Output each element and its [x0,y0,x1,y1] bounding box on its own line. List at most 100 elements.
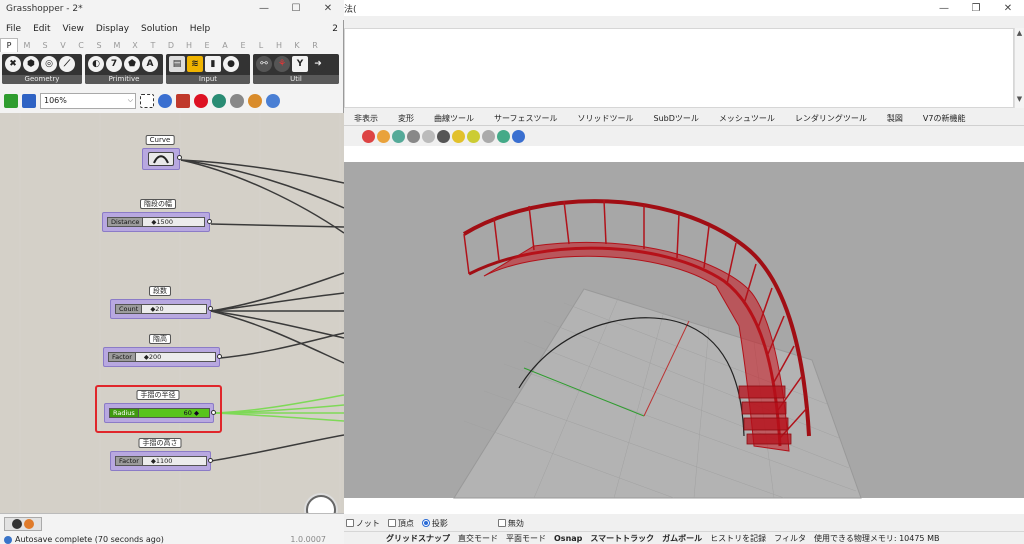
panel-geometry-label[interactable]: Geometry [2,75,82,84]
save-file-icon[interactable] [22,94,36,108]
command-history[interactable] [344,28,1014,108]
tab-v7-new[interactable]: V7の新機能 [913,113,976,124]
slider-body[interactable]: Count ◆20 [110,299,213,319]
tab-e[interactable]: E [198,41,216,50]
preview-eye-icon[interactable] [158,94,172,108]
integer-icon[interactable]: 7 [106,56,122,72]
tab-curve-tools[interactable]: 曲線ツール [424,113,484,124]
panel-icon[interactable]: ▤ [169,56,185,72]
snap-vertex[interactable]: 頂点 [387,518,414,529]
status-record-history[interactable]: ヒストリを記録 [706,533,770,544]
snap-project[interactable]: 投影 [421,518,448,529]
tab-maths[interactable]: M [18,41,36,50]
output-port[interactable] [177,155,182,160]
arrow-right-icon[interactable]: ➜ [310,56,326,72]
primitive-icon[interactable]: ◐ [88,56,104,72]
tab-drafting[interactable]: 製図 [877,113,913,124]
tab-intersect[interactable]: X [126,41,144,50]
help-icon[interactable] [512,129,525,143]
curve-param-body[interactable] [142,148,182,170]
slider-track[interactable]: Distance ◆1500 [107,217,205,227]
minimize-button[interactable]: — [248,0,280,16]
tab-transform[interactable]: T [144,41,162,50]
tab-a[interactable]: A [216,41,234,50]
checkbox[interactable] [387,519,396,527]
scroll-up-icon[interactable]: ▲ [1015,28,1024,38]
radio[interactable] [421,519,430,527]
curve-icon[interactable]: ⟋ [59,56,75,72]
tree-icon[interactable]: Y [292,56,308,72]
button-icon[interactable]: ● [223,56,239,72]
tool-icon[interactable] [377,129,390,143]
footer-toggles[interactable] [4,517,42,531]
tool-icon[interactable] [482,129,495,143]
geometry-icon[interactable]: ◎ [41,56,57,72]
minimize-button[interactable]: — [928,0,960,16]
checkbox[interactable] [497,519,506,527]
tab-mesh[interactable]: M [108,41,126,50]
toggle-icon[interactable]: ▮ [205,56,221,72]
slider-body[interactable]: Distance ◆1500 [102,212,212,232]
tab-render-tools[interactable]: レンダリングツール [785,113,877,124]
tool-icon[interactable] [452,129,465,143]
tool-icon[interactable] [467,129,480,143]
tool-icon[interactable] [407,129,420,143]
slider-body[interactable]: Radius 60 ◆ [104,403,216,423]
tab-mesh-tools[interactable]: メッシュツール [709,113,785,124]
tab-surface-tools[interactable]: サーフェスツール [484,113,568,124]
tool-icon[interactable] [362,129,375,143]
menu-help[interactable]: Help [184,24,217,34]
slider-track[interactable]: Radius 60 ◆ [109,408,210,418]
tab-curve[interactable]: C [72,41,90,50]
zoom-dropdown[interactable]: 106% ⌵ [40,93,136,109]
preview-settings-icon[interactable] [194,94,208,108]
tab-display[interactable]: D [162,41,180,50]
display-mode-icon[interactable] [266,94,280,108]
tab-subd-tools[interactable]: SubDツール [644,113,709,124]
zoom-extents-icon[interactable] [140,94,154,108]
status-filter[interactable]: フィルタ [770,533,810,544]
status-ortho[interactable]: 直交モード [454,533,502,544]
tab-transform[interactable]: 変形 [388,113,424,124]
tab-surface[interactable]: S [90,41,108,50]
close-button[interactable]: ✕ [992,0,1024,16]
cherry-icon[interactable]: ⚘ [274,56,290,72]
slider-icon[interactable]: ≋ [187,56,203,72]
scroll-down-icon[interactable]: ▼ [1015,94,1024,104]
restore-button[interactable]: ❐ [960,0,992,16]
tab-sets[interactable]: S [36,41,54,50]
status-gumball[interactable]: ガムボール [658,533,706,544]
menu-solution[interactable]: Solution [135,24,184,34]
menu-view[interactable]: View [57,24,90,34]
tool-icon[interactable] [392,129,405,143]
slider-track[interactable]: Factor ◆200 [108,352,216,362]
tab-hide[interactable]: 非表示 [344,113,388,124]
perspective-viewport[interactable] [344,146,1024,514]
status-planar[interactable]: 平面モード [502,533,550,544]
snap-disable[interactable]: 無効 [497,518,524,529]
status-grid-snap[interactable]: グリッドスナップ [382,533,454,544]
text-icon[interactable]: A [142,56,158,72]
geometry-icon[interactable]: ⬢ [23,56,39,72]
open-file-icon[interactable] [4,94,18,108]
panel-input-label[interactable]: Input [166,75,250,84]
menu-display[interactable]: Display [90,24,135,34]
tab-vector[interactable]: V [54,41,72,50]
bake-preview-icon[interactable] [24,519,34,529]
command-scrollbar[interactable]: ▲ ▼ [1014,28,1024,108]
chevron-down-icon[interactable]: ⌵ [128,96,133,105]
tool-icon[interactable] [497,129,510,143]
geometry-icon[interactable]: ✖ [5,56,21,72]
output-port[interactable] [208,458,213,463]
shading-icon[interactable] [248,94,262,108]
close-button[interactable]: ✕ [312,0,344,16]
status-smarttrack[interactable]: スマートトラック [586,533,658,544]
maximize-button[interactable]: ☐ [280,0,312,16]
output-port[interactable] [208,306,213,311]
panel-primitive-label[interactable]: Primitive [85,75,163,84]
bake-icon[interactable] [212,94,226,108]
tool-icon[interactable] [422,129,435,143]
slider-track[interactable]: Count ◆20 [115,304,207,314]
util-icon[interactable]: ⚯ [256,56,272,72]
tab-r[interactable]: R [306,41,324,50]
